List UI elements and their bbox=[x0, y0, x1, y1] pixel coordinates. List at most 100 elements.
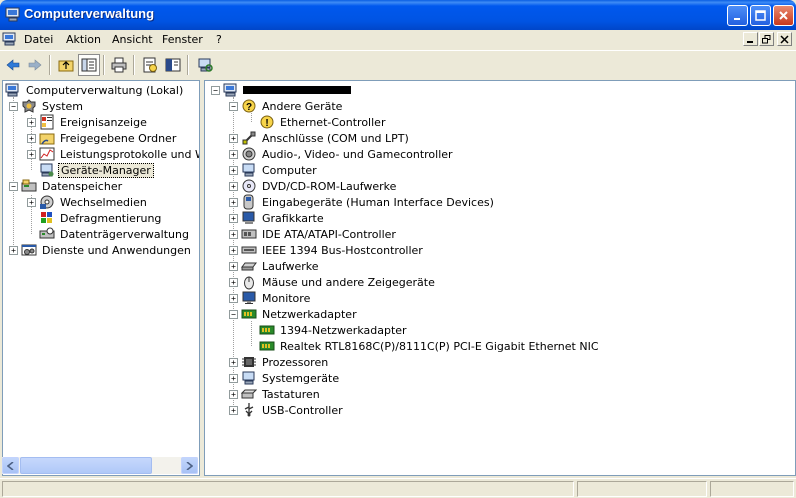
device-category[interactable]: + USB-Controller bbox=[229, 402, 345, 418]
device-category[interactable]: + IDE ATA/ATAPI-Controller bbox=[229, 226, 398, 242]
tree-node-defragmentierung[interactable]: Defragmentierung bbox=[27, 210, 163, 226]
device-item[interactable]: ! Ethernet-Controller bbox=[247, 114, 387, 130]
device-category[interactable]: + Grafikkarte bbox=[229, 210, 326, 226]
console-tree-pane[interactable]: Computerverwaltung (Lokal) − System + Er… bbox=[2, 80, 200, 476]
device-label: Laufwerke bbox=[262, 259, 319, 273]
child-minimize-button[interactable] bbox=[743, 32, 758, 46]
expand-toggle[interactable]: + bbox=[229, 277, 238, 287]
unknown-device-icon: ? bbox=[241, 98, 257, 114]
menu-bar: Datei Aktion Ansicht Fenster ? bbox=[0, 30, 796, 49]
usb-icon bbox=[241, 402, 257, 418]
tree-node-freigegebene-ordner[interactable]: + Freigegebene Ordner bbox=[27, 130, 178, 146]
expand-toggle[interactable]: + bbox=[9, 245, 18, 255]
tree-node-dienste[interactable]: + Dienste und Anwendungen bbox=[9, 242, 193, 258]
left-pane-horizontal-scrollbar[interactable] bbox=[2, 457, 198, 474]
tree-node-datentraegerverwaltung[interactable]: Datenträgerverwaltung bbox=[27, 226, 191, 242]
menu-fenster[interactable]: Fenster bbox=[162, 33, 203, 46]
collapse-toggle[interactable]: − bbox=[9, 101, 18, 111]
tree-node-system[interactable]: − System bbox=[9, 98, 85, 114]
menu-datei[interactable]: Datei bbox=[24, 33, 53, 46]
back-icon bbox=[6, 59, 20, 71]
port-icon bbox=[241, 130, 257, 146]
close-icon bbox=[779, 11, 788, 20]
redacted-computer-name bbox=[243, 86, 351, 94]
tree-node-datenspeicher[interactable]: − Datenspeicher bbox=[9, 178, 124, 194]
tree-node-ereignisanzeige[interactable]: + Ereignisanzeige bbox=[27, 114, 149, 130]
collapse-toggle[interactable]: − bbox=[211, 85, 220, 95]
show-hide-tree-button[interactable] bbox=[78, 54, 100, 76]
child-restore-button[interactable] bbox=[759, 32, 774, 46]
expand-toggle[interactable]: + bbox=[229, 245, 238, 255]
device-category[interactable]: + DVD/CD-ROM-Laufwerke bbox=[229, 178, 398, 194]
expand-toggle[interactable]: + bbox=[229, 405, 238, 415]
forward-icon bbox=[28, 59, 42, 71]
expand-toggle[interactable]: + bbox=[27, 117, 36, 127]
help-view-button[interactable] bbox=[162, 54, 184, 76]
device-tree-root[interactable]: − bbox=[211, 82, 351, 98]
minimize-button[interactable] bbox=[727, 5, 748, 26]
tree-node-leistungsprotokolle[interactable]: + Leistungsprotokolle und War bbox=[27, 146, 199, 162]
scroll-left-button[interactable] bbox=[2, 457, 19, 474]
app-menu-icon[interactable] bbox=[2, 31, 18, 47]
device-label: IDE ATA/ATAPI-Controller bbox=[262, 227, 396, 241]
expand-toggle[interactable]: + bbox=[27, 149, 36, 159]
defragmenter-icon bbox=[39, 210, 55, 226]
expand-toggle[interactable]: + bbox=[229, 373, 238, 383]
expand-toggle[interactable]: + bbox=[229, 197, 238, 207]
device-category[interactable]: + Monitore bbox=[229, 290, 312, 306]
computer-icon bbox=[241, 162, 257, 178]
tree-node-root[interactable]: Computerverwaltung (Lokal) bbox=[5, 82, 185, 98]
device-category[interactable]: + Eingabegeräte (Human Interface Devices) bbox=[229, 194, 496, 210]
device-category[interactable]: + Anschlüsse (COM und LPT) bbox=[229, 130, 411, 146]
menu-ansicht[interactable]: Ansicht bbox=[112, 33, 153, 46]
expand-toggle[interactable]: + bbox=[229, 149, 238, 159]
device-label: Audio-, Video- und Gamecontroller bbox=[262, 147, 453, 161]
forward-button[interactable] bbox=[24, 54, 46, 76]
expand-toggle[interactable]: + bbox=[229, 181, 238, 191]
up-folder-button[interactable] bbox=[55, 54, 77, 76]
device-tree-pane[interactable]: − −? Andere Geräte! Ethernet-Controller + Ans… bbox=[204, 80, 796, 476]
device-category[interactable]: + Prozessoren bbox=[229, 354, 330, 370]
scan-hardware-button[interactable] bbox=[194, 54, 216, 76]
device-category[interactable]: + Systemgeräte bbox=[229, 370, 341, 386]
collapse-toggle[interactable]: − bbox=[9, 181, 18, 191]
expand-toggle[interactable]: + bbox=[229, 213, 238, 223]
device-category[interactable]: + Tastaturen bbox=[229, 386, 322, 402]
device-category[interactable]: + Laufwerke bbox=[229, 258, 321, 274]
print-button[interactable] bbox=[108, 54, 130, 76]
expand-toggle[interactable]: + bbox=[229, 293, 238, 303]
scroll-thumb[interactable] bbox=[20, 457, 152, 474]
expand-toggle[interactable]: + bbox=[229, 133, 238, 143]
back-button[interactable] bbox=[2, 54, 24, 76]
menu-aktion[interactable]: Aktion bbox=[66, 33, 101, 46]
expand-toggle[interactable]: + bbox=[229, 389, 238, 399]
close-button[interactable] bbox=[773, 5, 794, 26]
device-item[interactable]: 1394-Netzwerkadapter bbox=[247, 322, 409, 338]
expand-toggle[interactable]: + bbox=[229, 165, 238, 175]
storage-icon bbox=[21, 178, 37, 194]
scroll-right-button[interactable] bbox=[181, 457, 198, 474]
collapse-toggle[interactable]: − bbox=[229, 309, 238, 319]
child-close-button[interactable] bbox=[777, 32, 792, 46]
device-category[interactable]: + Mäuse und andere Zeigegeräte bbox=[229, 274, 437, 290]
device-category[interactable]: + Computer bbox=[229, 162, 319, 178]
monitor-icon bbox=[241, 290, 257, 306]
title-bar[interactable]: Computerverwaltung bbox=[0, 0, 796, 30]
expand-toggle[interactable]: + bbox=[27, 197, 36, 207]
device-category[interactable]: + Audio-, Video- und Gamecontroller bbox=[229, 146, 455, 162]
tree-node-wechselmedien[interactable]: + Wechselmedien bbox=[27, 194, 149, 210]
device-category[interactable]: − Netzwerkadapter bbox=[229, 306, 359, 322]
menu-help[interactable]: ? bbox=[216, 33, 222, 46]
device-item[interactable]: Realtek RTL8168C(P)/8111C(P) PCI-E Gigab… bbox=[247, 338, 601, 354]
collapse-toggle[interactable]: − bbox=[229, 101, 238, 111]
expand-toggle[interactable]: + bbox=[229, 357, 238, 367]
expand-toggle[interactable]: + bbox=[229, 261, 238, 271]
expand-toggle[interactable]: + bbox=[27, 133, 36, 143]
tree-node-geraete-manager[interactable]: Geräte-Manager bbox=[27, 162, 154, 178]
maximize-button[interactable] bbox=[750, 5, 771, 26]
device-category[interactable]: −? Andere Geräte bbox=[229, 98, 344, 114]
properties-button[interactable] bbox=[139, 54, 161, 76]
print-icon bbox=[111, 57, 127, 73]
device-category[interactable]: + IEEE 1394 Bus-Hostcontroller bbox=[229, 242, 425, 258]
expand-toggle[interactable]: + bbox=[229, 229, 238, 239]
